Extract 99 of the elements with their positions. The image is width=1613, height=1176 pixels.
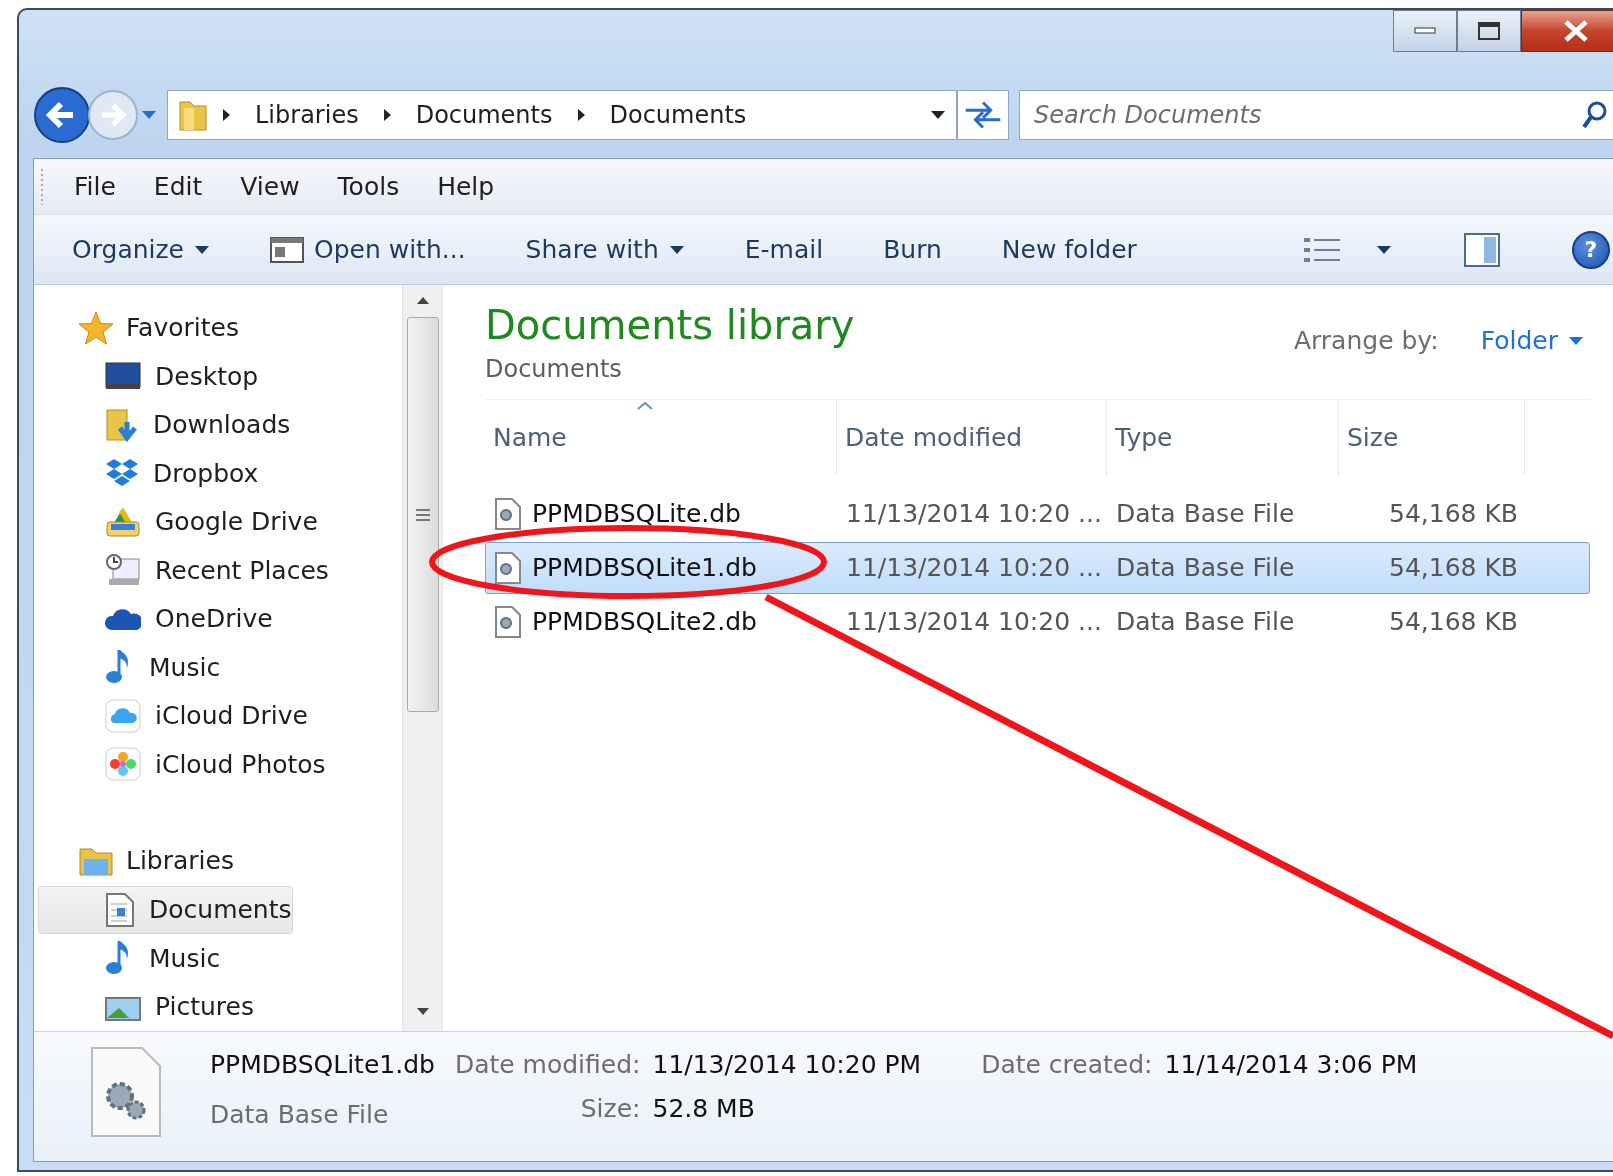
field-value: 52.8 MB [652, 1092, 756, 1125]
breadcrumb-link[interactable]: Libraries [255, 97, 359, 133]
flower-icon [105, 747, 141, 782]
maximize-icon [1478, 22, 1500, 40]
file-icon [90, 1046, 162, 1138]
field-label: Date created: [981, 1049, 1153, 1081]
field-label: Date modified: [454, 1049, 641, 1081]
file-icon [494, 551, 522, 585]
grip-icon [40, 168, 44, 205]
minimize-icon [1414, 27, 1436, 35]
scroll-up-icon[interactable] [415, 295, 430, 305]
sidebar-item[interactable]: Music [38, 934, 222, 983]
sidebar-heading[interactable]: Libraries [126, 842, 234, 880]
window-icon [270, 236, 304, 263]
sidebar-heading[interactable]: Favorites [126, 308, 239, 347]
preview-pane-icon[interactable] [1464, 232, 1500, 267]
caret-icon [194, 244, 210, 255]
column-header[interactable]: Type [1107, 400, 1339, 476]
menu-item[interactable]: Help [421, 167, 511, 206]
table-cell-text: 54,168 KB [1388, 606, 1519, 639]
file-icon [494, 605, 522, 639]
table-cell-text: 11/13/2014 10:20 ... [845, 498, 1103, 531]
toolbar-button[interactable]: Share with [513, 224, 697, 275]
sidebar-item[interactable]: Documents [38, 885, 293, 934]
chevron-icon [576, 108, 586, 122]
cloud-icon [105, 698, 141, 733]
file-row[interactable]: PPMDBSQLite1.db 11/13/2014 10:20 ... Data Base File 54,168 KB [485, 542, 1590, 594]
library-title: Documents library [485, 301, 855, 350]
file-name: PPMDBSQLite1.db [532, 552, 757, 585]
table-cell-text: 54,168 KB [1388, 498, 1519, 531]
sidebar-item[interactable]: Music [38, 643, 222, 692]
menu-item[interactable]: Tools [321, 167, 416, 206]
address-bar[interactable]: Libraries Documents Documents [167, 90, 957, 140]
menu-item[interactable]: View [224, 167, 316, 206]
star-icon [78, 310, 114, 345]
breadcrumb-link[interactable]: Documents [415, 97, 553, 133]
minimize-button[interactable] [1393, 10, 1457, 52]
sidebar-item[interactable]: iCloud Drive [38, 691, 309, 740]
table-cell-text: Data Base File [1115, 606, 1296, 639]
sidebar-item[interactable]: Dropbox [38, 449, 260, 498]
table-cell-text: 11/13/2014 10:20 ... [845, 606, 1103, 639]
folder-download-icon [105, 407, 139, 442]
toolbar-button[interactable]: Burn [871, 224, 954, 275]
library-subtitle: Documents [485, 354, 623, 385]
table-cell-text: 54,168 KB [1388, 552, 1519, 585]
sidebar-item[interactable]: Downloads [38, 400, 292, 449]
breadcrumb-link[interactable]: Documents [609, 97, 747, 133]
file-row[interactable]: PPMDBSQLite2.db 11/13/2014 10:20 ... Data Base File 54,168 KB [485, 596, 1590, 648]
column-header[interactable]: Date modified [837, 400, 1107, 476]
field-label: Size: [579, 1092, 641, 1125]
maximize-button[interactable] [1457, 10, 1521, 52]
scroll-down-icon[interactable] [415, 1007, 430, 1017]
caret-icon[interactable] [1376, 244, 1392, 255]
table-cell-text: Data Base File [1115, 552, 1296, 585]
back-icon[interactable] [33, 86, 91, 144]
toolbar-button[interactable]: New folder [989, 224, 1149, 275]
clock-window-icon [105, 553, 141, 588]
caret-icon [668, 244, 685, 255]
scrollbar[interactable] [402, 285, 442, 1031]
file-type: Data Base File [210, 1098, 390, 1131]
sidebar-item[interactable]: Recent Places [38, 546, 330, 595]
toolbar-button[interactable]: Open with... [258, 224, 478, 275]
library-folder-icon [78, 845, 114, 877]
monitor-icon [105, 362, 141, 391]
sidebar-item[interactable]: Google Drive [38, 497, 319, 546]
caret-icon [1568, 335, 1584, 346]
sidebar-item[interactable]: Desktop [38, 352, 260, 401]
file-name: PPMDBSQLite1.db [210, 1049, 435, 1081]
sidebar-item[interactable]: Pictures [38, 982, 255, 1031]
column-header[interactable]: Size [1339, 400, 1525, 476]
menu-item[interactable]: Edit [137, 167, 219, 206]
chevron-icon [382, 108, 392, 122]
menu-item[interactable]: File [58, 167, 132, 206]
refresh-icon[interactable] [957, 90, 1009, 140]
file-icon [494, 497, 522, 531]
file-row[interactable]: PPMDBSQLite.db 11/13/2014 10:20 ... Data Base File 54,168 KB [485, 488, 1590, 540]
toolbar-button[interactable]: Organize [60, 224, 222, 275]
folder-icon [178, 98, 208, 132]
arrange-dropdown[interactable]: Folder [1474, 321, 1590, 361]
search-icon[interactable] [1582, 101, 1608, 129]
table-cell-text: 11/13/2014 10:20 ... [845, 552, 1103, 585]
document-icon [105, 891, 135, 928]
column-header[interactable]: Name [485, 400, 837, 476]
chevron-icon [222, 108, 231, 122]
arrange-label: Arrange by: [1293, 325, 1439, 357]
dropdown-icon[interactable] [930, 110, 946, 120]
sidebar-item[interactable]: iCloud Photos [38, 740, 327, 789]
close-button[interactable] [1521, 10, 1613, 52]
file-name: PPMDBSQLite2.db [532, 606, 757, 639]
sidebar-item[interactable]: OneDrive [38, 594, 274, 643]
scroll-thumb[interactable] [406, 317, 439, 712]
help-button[interactable]: ? [1572, 230, 1610, 269]
table-cell-text: Data Base File [1115, 498, 1296, 531]
close-icon [1563, 20, 1589, 42]
toolbar-button[interactable]: E-mail [732, 224, 836, 275]
view-list-icon[interactable] [1304, 235, 1340, 264]
file-name: PPMDBSQLite.db [532, 498, 741, 531]
field-value: 11/13/2014 10:20 PM [652, 1049, 922, 1081]
field-value: 11/14/2014 3:06 PM [1164, 1049, 1418, 1081]
